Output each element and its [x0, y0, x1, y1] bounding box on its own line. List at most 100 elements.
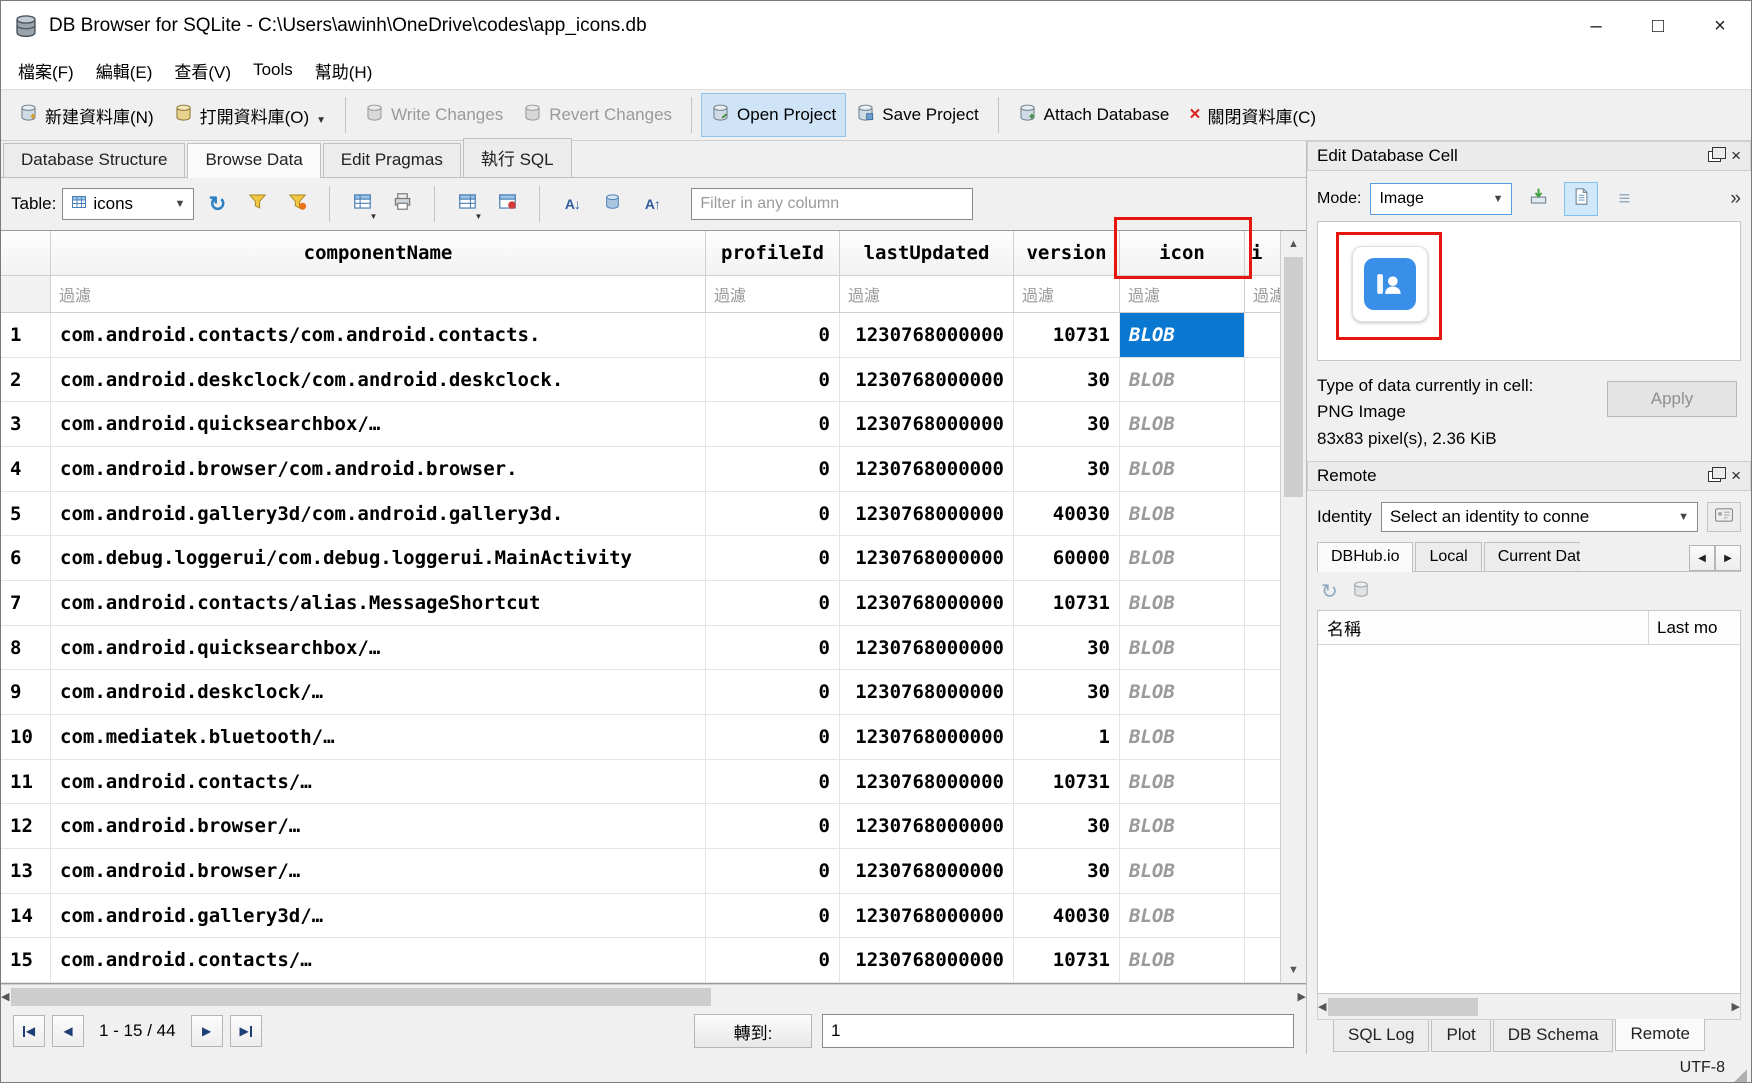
cell-componentName[interactable]: com.debug.loggerui/com.debug.loggerui.Ma…	[51, 536, 706, 580]
row-number[interactable]: 7	[1, 581, 51, 625]
cell-profileId[interactable]: 0	[706, 581, 840, 625]
tab-edit-pragmas[interactable]: Edit Pragmas	[323, 143, 461, 177]
cell-extra[interactable]	[1245, 626, 1280, 670]
cell-version[interactable]: 10731	[1014, 313, 1120, 357]
goto-button[interactable]: 轉到:	[694, 1014, 812, 1048]
refresh-button[interactable]: ↻	[200, 187, 234, 221]
cell-componentName[interactable]: com.android.deskclock/…	[51, 670, 706, 714]
cell-profileId[interactable]: 0	[706, 715, 840, 759]
cell-extra[interactable]	[1245, 849, 1280, 893]
horizontal-scrollbar[interactable]: ◀ ▶	[1, 984, 1306, 1008]
filter-profileId[interactable]: 過濾	[706, 276, 840, 312]
filter-any-column-input[interactable]	[691, 188, 973, 220]
float-panel-icon[interactable]	[1708, 471, 1721, 482]
revert-changes-button[interactable]: Revert Changes	[513, 93, 682, 137]
mode-select[interactable]: Image ▼	[1370, 183, 1512, 215]
table-select[interactable]: icons ▼	[62, 188, 194, 220]
maximize-icon[interactable]: □	[1627, 1, 1689, 51]
cell-version[interactable]: 10731	[1014, 938, 1120, 982]
filter-componentName[interactable]: 過濾	[51, 276, 706, 312]
remote-tab-local[interactable]: Local	[1415, 542, 1481, 571]
cell-extra[interactable]	[1245, 715, 1280, 759]
print-button[interactable]	[385, 187, 419, 221]
identity-certificate-button[interactable]	[1707, 502, 1741, 532]
previous-page-button[interactable]: ◀	[52, 1015, 84, 1047]
import-data-button[interactable]	[1521, 182, 1555, 216]
row-number[interactable]: 3	[1, 402, 51, 446]
float-panel-icon[interactable]	[1708, 151, 1721, 162]
cell-lastUpdated[interactable]: 1230768000000	[840, 715, 1014, 759]
cell-lastUpdated[interactable]: 1230768000000	[840, 670, 1014, 714]
cell-componentName[interactable]: com.android.quicksearchbox/…	[51, 402, 706, 446]
cell-lastUpdated[interactable]: 1230768000000	[840, 849, 1014, 893]
cell-icon[interactable]: BLOB	[1120, 313, 1245, 357]
filter-lastUpdated[interactable]: 過濾	[840, 276, 1014, 312]
cell-icon[interactable]: BLOB	[1120, 849, 1245, 893]
cell-lastUpdated[interactable]: 1230768000000	[840, 581, 1014, 625]
first-page-button[interactable]: ◀	[13, 1015, 45, 1047]
tab-execute-sql[interactable]: 執行 SQL	[463, 138, 572, 177]
cell-version[interactable]: 30	[1014, 670, 1120, 714]
cell-profileId[interactable]: 0	[706, 313, 840, 357]
row-number[interactable]: 6	[1, 536, 51, 580]
apply-button[interactable]: Apply	[1607, 381, 1737, 417]
cell-componentName[interactable]: com.android.contacts/…	[51, 760, 706, 804]
column-header-lastUpdated[interactable]: lastUpdated	[840, 231, 1014, 275]
cell-lastUpdated[interactable]: 1230768000000	[840, 358, 1014, 402]
minimize-icon[interactable]: –	[1565, 1, 1627, 51]
dock-tab-db-schema[interactable]: DB Schema	[1493, 1020, 1614, 1052]
row-number[interactable]: 11	[1, 760, 51, 804]
scroll-left-icon[interactable]: ◀	[1318, 994, 1326, 1020]
vertical-scroll-thumb[interactable]	[1284, 257, 1303, 497]
scroll-down-icon[interactable]: ▼	[1281, 957, 1306, 983]
cell-version[interactable]: 40030	[1014, 894, 1120, 938]
toolbar-overflow-button[interactable]: »	[1730, 188, 1741, 210]
dock-tab-remote[interactable]: Remote	[1615, 1019, 1705, 1051]
remote-modified-header[interactable]: Last mo	[1648, 611, 1740, 644]
cell-icon[interactable]: BLOB	[1120, 760, 1245, 804]
cell-profileId[interactable]: 0	[706, 402, 840, 446]
scroll-left-icon[interactable]: ◀	[1, 984, 9, 1010]
cell-componentName[interactable]: com.android.gallery3d/com.android.galler…	[51, 492, 706, 536]
last-page-button[interactable]: ▶	[230, 1015, 262, 1047]
column-header-icon[interactable]: icon	[1120, 231, 1245, 275]
cell-extra[interactable]	[1245, 536, 1280, 580]
attach-database-button[interactable]: Attach Database	[1008, 93, 1180, 137]
cell-profileId[interactable]: 0	[706, 938, 840, 982]
cell-profileId[interactable]: 0	[706, 536, 840, 580]
sort-asc-button[interactable]: A↓	[555, 187, 589, 221]
export-dropdown-icon[interactable]: ▼	[474, 212, 482, 221]
cell-extra[interactable]	[1245, 447, 1280, 491]
clear-filters-button[interactable]	[240, 187, 274, 221]
cell-version[interactable]: 30	[1014, 804, 1120, 848]
remote-tab-dbhub[interactable]: DBHub.io	[1317, 542, 1413, 572]
cell-lastUpdated[interactable]: 1230768000000	[840, 894, 1014, 938]
cell-icon[interactable]: BLOB	[1120, 402, 1245, 446]
cell-version[interactable]: 30	[1014, 447, 1120, 491]
horizontal-scroll-thumb[interactable]	[11, 988, 711, 1006]
close-database-button[interactable]: × 關閉資料庫(C)	[1179, 93, 1326, 138]
cell-componentName[interactable]: com.android.quicksearchbox/…	[51, 626, 706, 670]
menu-edit[interactable]: 編輯(E)	[85, 51, 164, 90]
row-number[interactable]: 13	[1, 849, 51, 893]
vertical-scrollbar[interactable]: ▲ ▼	[1280, 231, 1306, 983]
cell-icon[interactable]: BLOB	[1120, 536, 1245, 580]
cell-lastUpdated[interactable]: 1230768000000	[840, 447, 1014, 491]
cell-version[interactable]: 30	[1014, 402, 1120, 446]
cell-profileId[interactable]: 0	[706, 849, 840, 893]
cell-extra[interactable]	[1245, 581, 1280, 625]
cell-icon[interactable]: BLOB	[1120, 626, 1245, 670]
open-project-button[interactable]: Open Project	[701, 93, 846, 137]
cell-profileId[interactable]: 0	[706, 894, 840, 938]
column-header-partial[interactable]: i	[1245, 231, 1280, 275]
row-number[interactable]: 1	[1, 313, 51, 357]
cell-version[interactable]: 60000	[1014, 536, 1120, 580]
word-wrap-button[interactable]: ≡	[1607, 182, 1641, 216]
dock-tab-plot[interactable]: Plot	[1431, 1020, 1490, 1052]
filter-icon-column[interactable]: 過濾	[1120, 276, 1245, 312]
cell-extra[interactable]	[1245, 804, 1280, 848]
close-panel-icon[interactable]: ×	[1731, 466, 1741, 486]
cell-version[interactable]: 30	[1014, 626, 1120, 670]
cell-profileId[interactable]: 0	[706, 358, 840, 402]
row-number[interactable]: 5	[1, 492, 51, 536]
